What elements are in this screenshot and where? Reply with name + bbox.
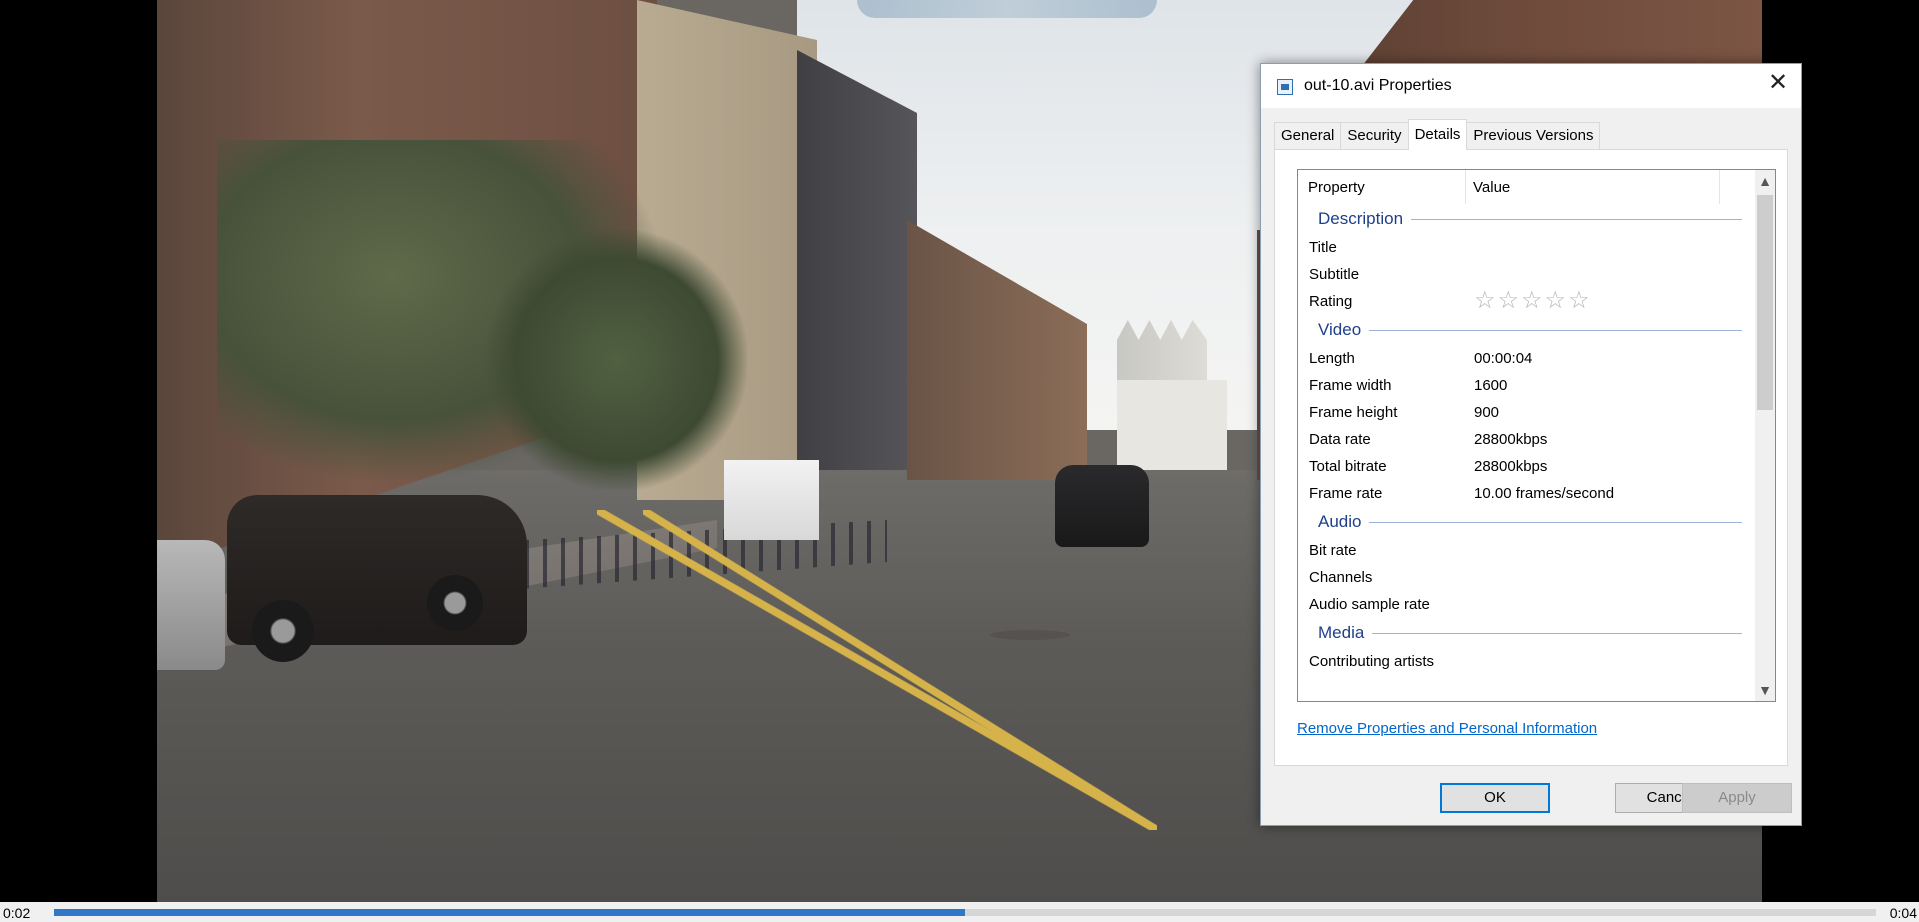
- row-label: Frame rate: [1309, 485, 1383, 502]
- video-manhole: [990, 630, 1070, 640]
- row-value: 900: [1474, 404, 1500, 421]
- list-header: Property Value: [1298, 170, 1756, 204]
- video-building: [797, 50, 917, 470]
- current-time: 0:02: [3, 905, 31, 921]
- rating-stars-icon[interactable]: ☆☆☆☆☆: [1474, 289, 1592, 313]
- row-label: Subtitle: [1309, 266, 1360, 283]
- video-wheel: [427, 575, 483, 631]
- apply-button[interactable]: Apply: [1682, 783, 1792, 813]
- column-property[interactable]: Property: [1298, 170, 1466, 204]
- video-lane-line: [643, 510, 1157, 830]
- row-bit-rate[interactable]: Bit rate: [1298, 537, 1756, 564]
- row-frame-width[interactable]: Frame width 1600: [1298, 372, 1756, 399]
- seek-progress: [54, 909, 965, 916]
- row-label: Rating: [1309, 293, 1353, 310]
- group-divider: [1318, 633, 1742, 634]
- video-wheel: [252, 600, 314, 662]
- vertical-scrollbar[interactable]: ▲ ▼: [1755, 170, 1775, 701]
- group-label: Audio: [1318, 512, 1370, 532]
- row-label: Title: [1309, 239, 1337, 256]
- row-frame-height[interactable]: Frame height 900: [1298, 399, 1756, 426]
- group-label: Description: [1318, 209, 1412, 229]
- row-subtitle[interactable]: Subtitle: [1298, 261, 1756, 288]
- row-label: Frame width: [1309, 377, 1392, 394]
- row-channels[interactable]: Channels: [1298, 564, 1756, 591]
- row-value: 10.00 frames/second: [1474, 485, 1615, 502]
- group-label: Media: [1318, 623, 1373, 643]
- scroll-thumb[interactable]: [1757, 195, 1773, 410]
- tab-strip: General Security Details Previous Versio…: [1274, 119, 1601, 150]
- scroll-down-icon[interactable]: ▼: [1755, 679, 1775, 701]
- details-panel: Property Value Description Title Subtitl…: [1274, 149, 1788, 766]
- video-building: [1117, 380, 1227, 470]
- video-car: [157, 540, 225, 670]
- row-audio-sample-rate[interactable]: Audio sample rate: [1298, 591, 1756, 618]
- row-label: Total bitrate: [1309, 458, 1387, 475]
- close-button[interactable]: ✕: [1755, 64, 1801, 104]
- row-value: 28800kbps: [1474, 458, 1548, 475]
- tab-previous-versions[interactable]: Previous Versions: [1466, 122, 1601, 149]
- row-contributing-artists[interactable]: Contributing artists: [1298, 648, 1756, 675]
- video-file-icon: [1277, 79, 1293, 95]
- tab-security[interactable]: Security: [1340, 122, 1409, 149]
- properties-dialog: out-10.avi Properties ✕ General Security…: [1260, 63, 1802, 826]
- row-label: Frame height: [1309, 404, 1398, 421]
- row-value: 28800kbps: [1474, 431, 1548, 448]
- tab-details[interactable]: Details: [1407, 119, 1468, 150]
- group-video: Video: [1298, 315, 1756, 345]
- row-total-bitrate[interactable]: Total bitrate 28800kbps: [1298, 453, 1756, 480]
- row-label: Contributing artists: [1309, 653, 1435, 670]
- video-tree: [487, 230, 747, 490]
- player-controls: 0:02 0:04: [0, 902, 1919, 922]
- properties-list[interactable]: Property Value Description Title Subtitl…: [1297, 169, 1776, 702]
- ok-button[interactable]: OK: [1440, 783, 1550, 813]
- remove-properties-link[interactable]: Remove Properties and Personal Informati…: [1297, 720, 1597, 737]
- group-description: Description: [1298, 204, 1756, 234]
- total-time: 0:04: [1889, 905, 1917, 921]
- group-audio: Audio: [1298, 507, 1756, 537]
- tab-general[interactable]: General: [1274, 122, 1342, 149]
- dialog-title: out-10.avi Properties: [1304, 77, 1452, 94]
- row-length[interactable]: Length 00:00:04: [1298, 345, 1756, 372]
- group-divider: [1318, 522, 1742, 523]
- group-media: Media: [1298, 618, 1756, 648]
- row-label: Data rate: [1309, 431, 1371, 448]
- row-title[interactable]: Title: [1298, 234, 1756, 261]
- row-label: Length: [1309, 350, 1355, 367]
- row-label: Channels: [1309, 569, 1373, 586]
- scroll-up-icon[interactable]: ▲: [1755, 170, 1775, 192]
- dialog-titlebar[interactable]: out-10.avi Properties ✕: [1261, 64, 1801, 108]
- list-rows: Description Title Subtitle Rating ☆☆☆☆☆ …: [1298, 204, 1756, 675]
- row-rating[interactable]: Rating ☆☆☆☆☆: [1298, 288, 1756, 315]
- row-label: Audio sample rate: [1309, 596, 1430, 613]
- column-value[interactable]: Value: [1466, 170, 1720, 204]
- row-value: 1600: [1474, 377, 1508, 394]
- group-label: Video: [1318, 320, 1370, 340]
- group-divider: [1318, 330, 1742, 331]
- seek-bar[interactable]: [54, 909, 1876, 916]
- row-label: Bit rate: [1309, 542, 1357, 559]
- video-cloud: [857, 0, 1157, 18]
- row-value: 00:00:04: [1474, 350, 1533, 367]
- row-frame-rate[interactable]: Frame rate 10.00 frames/second: [1298, 480, 1756, 507]
- row-data-rate[interactable]: Data rate 28800kbps: [1298, 426, 1756, 453]
